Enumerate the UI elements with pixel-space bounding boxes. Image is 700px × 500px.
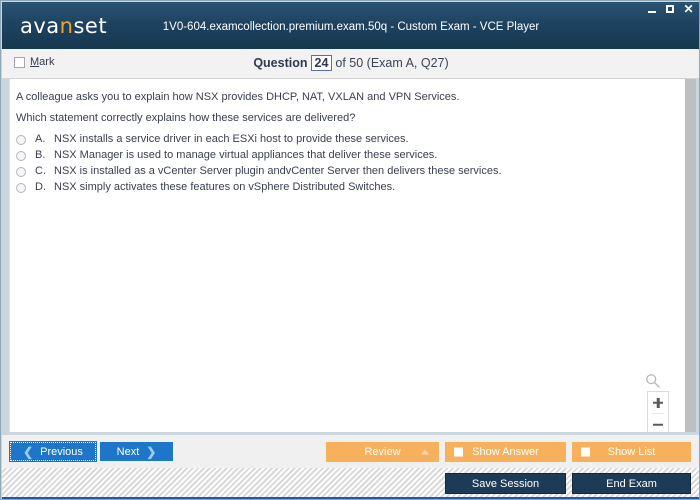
radio-icon[interactable]	[16, 167, 26, 177]
show-list-button-label: Show List	[607, 446, 656, 458]
title-bar: avanset 1V0-604.examcollection.premium.e…	[2, 2, 699, 49]
chevron-right-icon: ❯	[146, 444, 157, 459]
radio-icon[interactable]	[16, 135, 26, 145]
radio-icon[interactable]	[16, 151, 26, 161]
question-stem-line1: A colleague asks you to explain how NSX …	[16, 91, 460, 103]
show-answer-button[interactable]: Show Answer	[445, 442, 566, 462]
question-content-panel: A colleague asks you to explain how NSX …	[9, 79, 685, 432]
end-exam-button-label: End Exam	[606, 477, 657, 490]
zoom-control	[647, 391, 669, 432]
close-icon[interactable]: ✕	[683, 3, 694, 15]
question-header-bar: Mark Question 24 of 50 (Exam A, Q27)	[2, 49, 699, 79]
question-counter: Question 24 of 50 (Exam A, Q27)	[2, 55, 699, 71]
answer-option-c[interactable]: C. NSX is installed as a vCenter Server …	[16, 165, 676, 181]
option-letter: D.	[35, 181, 46, 193]
save-session-button[interactable]: Save Session	[445, 473, 566, 494]
answer-option-a[interactable]: A. NSX installs a service driver in each…	[16, 133, 676, 149]
option-text: NSX simply activates these features on v…	[54, 181, 396, 193]
answer-options-list: A. NSX installs a service driver in each…	[16, 133, 676, 197]
next-button[interactable]: Next ❯	[100, 442, 173, 461]
window-title: 1V0-604.examcollection.premium.exam.50q …	[162, 21, 540, 33]
save-session-button-label: Save Session	[471, 477, 540, 490]
option-text: NSX installs a service driver in each ES…	[54, 133, 409, 145]
show-answer-button-label: Show Answer	[472, 446, 539, 458]
minimize-icon[interactable]	[647, 4, 658, 15]
magnifier-icon[interactable]	[645, 373, 661, 389]
option-letter: B.	[35, 149, 46, 161]
end-exam-button[interactable]: End Exam	[572, 473, 691, 494]
maximize-icon[interactable]	[665, 4, 676, 15]
vertical-scrollbar[interactable]	[685, 79, 696, 432]
answer-option-b[interactable]: B. NSX Manager is used to manage virtual…	[16, 149, 676, 165]
vce-player-window: avanset 1V0-604.examcollection.premium.e…	[0, 0, 700, 500]
chevron-left-icon: ❮	[23, 444, 34, 459]
previous-button-label: Previous	[40, 445, 83, 458]
question-stem-line2: Which statement correctly explains how t…	[16, 112, 356, 124]
zoom-out-button[interactable]	[648, 414, 668, 432]
previous-button[interactable]: ❮ Previous	[9, 441, 97, 462]
question-counter-word: Question	[253, 56, 308, 70]
window-controls: ✕	[647, 3, 694, 15]
checkbox-icon	[454, 447, 463, 457]
radio-icon[interactable]	[16, 183, 26, 193]
chevron-up-icon	[421, 449, 429, 455]
option-letter: A.	[35, 133, 46, 145]
show-list-button[interactable]: Show List	[572, 442, 691, 462]
zoom-in-button[interactable]	[648, 392, 668, 413]
option-text: NSX Manager is used to manage virtual ap…	[54, 149, 438, 161]
question-number-box[interactable]: 24	[310, 55, 333, 71]
answer-option-d[interactable]: D. NSX simply activates these features o…	[16, 181, 676, 197]
checkbox-icon	[581, 447, 590, 457]
review-button[interactable]: Review	[326, 442, 439, 462]
review-button-label: Review	[364, 446, 401, 458]
option-letter: C.	[35, 165, 46, 177]
next-button-label: Next	[116, 445, 140, 458]
question-counter-rest: of 50 (Exam A, Q27)	[335, 56, 449, 70]
option-text: NSX is installed as a vCenter Server plu…	[54, 165, 502, 177]
